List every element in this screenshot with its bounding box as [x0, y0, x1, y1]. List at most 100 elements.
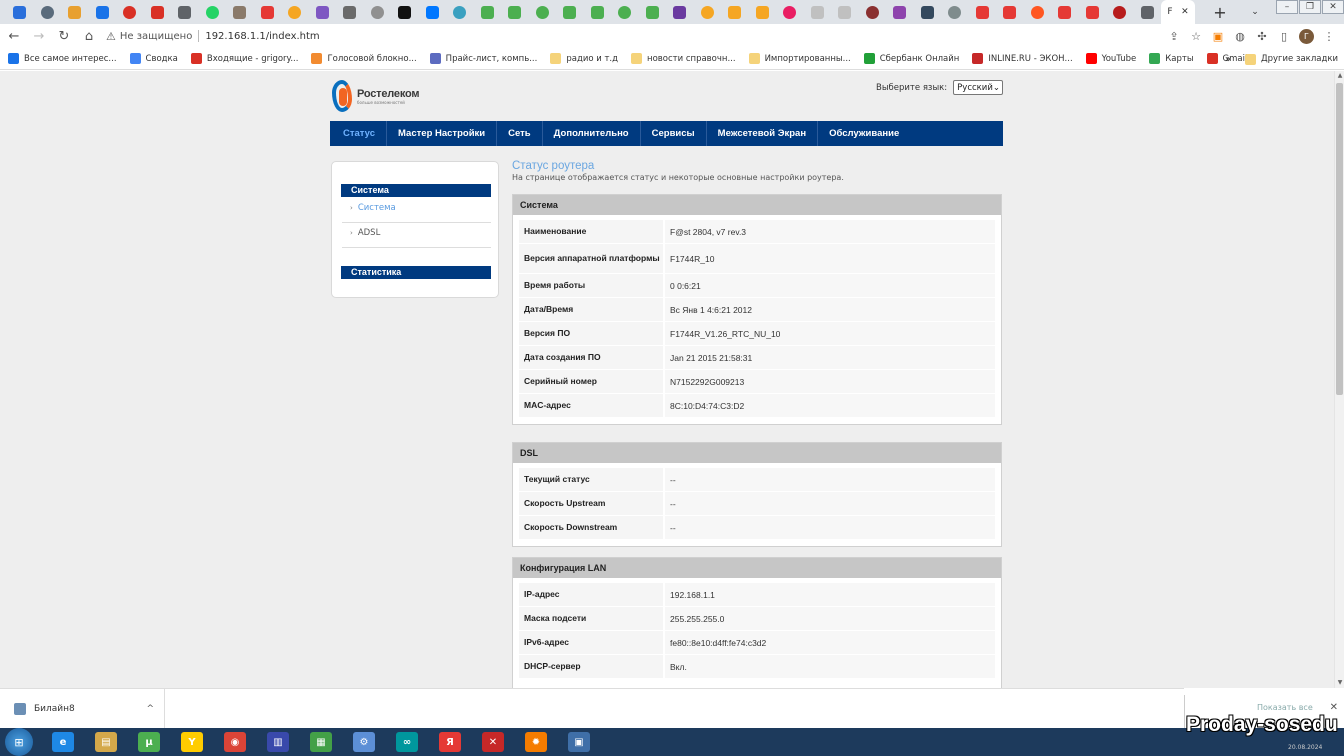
page-scrollbar[interactable]: ▲ ▼	[1334, 71, 1344, 688]
profile-avatar[interactable]: Г	[1299, 28, 1314, 44]
bookmark-item[interactable]: Входящие - grigory...	[190, 53, 298, 64]
taskbar-app[interactable]: µ	[131, 729, 167, 755]
bookmark-item[interactable]: Сбербанк Онлайн	[863, 53, 959, 64]
browser-tab[interactable]	[1079, 0, 1107, 24]
browser-tab[interactable]	[116, 0, 144, 24]
close-window-button[interactable]: ✕	[1322, 0, 1344, 14]
new-tab-button[interactable]: +	[1209, 1, 1231, 23]
menu-item-0[interactable]: Статус	[332, 121, 388, 146]
sidebar-item-system[interactable]: › Система	[350, 203, 396, 213]
taskbar-app[interactable]: ▣	[561, 729, 597, 755]
forward-arrow-icon[interactable]: →	[28, 25, 50, 47]
browser-tab[interactable]	[886, 0, 914, 24]
taskbar-app[interactable]: ✕	[475, 729, 511, 755]
browser-tab[interactable]	[611, 0, 639, 24]
browser-tab[interactable]	[859, 0, 887, 24]
bookmark-item[interactable]: Импортированны...	[748, 53, 851, 64]
browser-tab[interactable]	[34, 0, 62, 24]
browser-tab[interactable]	[364, 0, 392, 24]
menu-item-2[interactable]: Сеть	[497, 121, 543, 146]
sidebar-section-system[interactable]: Система	[341, 184, 491, 197]
restore-button[interactable]: ❐	[1299, 0, 1321, 14]
taskbar-app[interactable]: ∞	[389, 729, 425, 755]
menu-item-1[interactable]: Мастер Настройки	[387, 121, 498, 146]
sidepanel-icon[interactable]: ▯	[1277, 29, 1291, 43]
browser-tab[interactable]	[6, 0, 34, 24]
browser-tab[interactable]	[556, 0, 584, 24]
browser-tab[interactable]	[749, 0, 777, 24]
bookmark-item[interactable]: Карты	[1149, 53, 1194, 64]
browser-tab[interactable]	[969, 0, 997, 24]
download-item[interactable]: Билайн8 ^	[0, 689, 165, 729]
taskbar-app[interactable]: ▤	[88, 729, 124, 755]
taskbar-app[interactable]: ▦	[303, 729, 339, 755]
browser-tab[interactable]	[419, 0, 447, 24]
bookmark-item[interactable]: Сводка	[129, 53, 178, 64]
download-caret-icon[interactable]: ^	[146, 704, 154, 714]
bookmark-item[interactable]: Прайс-лист, компь...	[429, 53, 537, 64]
browser-tab[interactable]	[446, 0, 474, 24]
home-icon[interactable]: ⌂	[78, 25, 100, 47]
url-text[interactable]: 192.168.1.1/index.htm	[205, 31, 319, 42]
scrollbar-thumb[interactable]	[1336, 83, 1343, 395]
tab-close-icon[interactable]: ✕	[1181, 7, 1189, 17]
browser-tab[interactable]	[254, 0, 282, 24]
scroll-down-arrow-icon[interactable]: ▼	[1336, 679, 1344, 687]
rostelecom-logo[interactable]: Ростелеком больше возможностей	[332, 78, 419, 114]
menu-item-6[interactable]: Обслуживание	[818, 121, 910, 146]
extension-orange-icon[interactable]: ▣	[1211, 29, 1225, 43]
browser-tab[interactable]	[996, 0, 1024, 24]
scroll-up-arrow-icon[interactable]: ▲	[1336, 72, 1344, 80]
browser-tab[interactable]	[776, 0, 804, 24]
taskbar-app[interactable]: Y	[174, 729, 210, 755]
browser-tab[interactable]	[584, 0, 612, 24]
browser-tab[interactable]	[144, 0, 172, 24]
browser-tab[interactable]	[804, 0, 832, 24]
browser-tab[interactable]	[226, 0, 254, 24]
browser-tab[interactable]	[694, 0, 722, 24]
extension-globe-icon[interactable]: ◍	[1233, 29, 1247, 43]
active-tab[interactable]: F ✕	[1161, 0, 1195, 24]
browser-tab[interactable]	[309, 0, 337, 24]
bookmark-item[interactable]: Голосовой блокно...	[311, 53, 417, 64]
bookmark-item[interactable]: YouTube	[1085, 53, 1136, 64]
taskbar-app[interactable]: ✹	[518, 729, 554, 755]
browser-tab[interactable]	[391, 0, 419, 24]
browser-tab[interactable]	[281, 0, 309, 24]
omnibox[interactable]: ⚠ Не защищено 192.168.1.1/index.htm	[106, 26, 1167, 46]
menu-item-4[interactable]: Сервисы	[641, 121, 707, 146]
bookmark-item[interactable]: новости справочн...	[631, 53, 736, 64]
browser-tab[interactable]	[639, 0, 667, 24]
browser-tab[interactable]	[1134, 0, 1162, 24]
browser-tab[interactable]	[89, 0, 117, 24]
taskbar-app[interactable]: Я	[432, 729, 468, 755]
bookmark-item[interactable]: INLINE.RU - ЭКОН...	[972, 53, 1073, 64]
back-arrow-icon[interactable]: ←	[3, 25, 25, 47]
bookmark-item[interactable]: Все самое интерес...	[8, 53, 117, 64]
start-button[interactable]: ⊞	[5, 728, 33, 756]
sidebar-section-statistics[interactable]: Статистика	[341, 266, 491, 279]
menu-item-5[interactable]: Межсетевой Экран	[707, 121, 819, 146]
browser-tab[interactable]	[336, 0, 364, 24]
share-icon[interactable]: ⇪	[1167, 29, 1181, 43]
menu-item-3[interactable]: Дополнительно	[543, 121, 641, 146]
extensions-puzzle-icon[interactable]: ✣	[1255, 29, 1269, 43]
language-select[interactable]: Русский ⌄	[953, 80, 1004, 95]
taskbar-app[interactable]: e	[45, 729, 81, 755]
browser-tab[interactable]	[941, 0, 969, 24]
browser-tab[interactable]	[914, 0, 942, 24]
bookmark-item[interactable]: радио и т.д	[550, 53, 618, 64]
reload-icon[interactable]: ↻	[53, 25, 75, 47]
menu-kebab-icon[interactable]: ⋮	[1322, 29, 1336, 43]
browser-tab[interactable]	[1051, 0, 1079, 24]
browser-tab[interactable]	[1024, 0, 1052, 24]
sidebar-item-adsl[interactable]: › ADSL	[350, 228, 380, 238]
browser-tab[interactable]	[1106, 0, 1134, 24]
taskbar-app[interactable]: ▥	[260, 729, 296, 755]
browser-tab[interactable]	[666, 0, 694, 24]
browser-tab[interactable]	[721, 0, 749, 24]
taskbar-app[interactable]: ◉	[217, 729, 253, 755]
browser-tab[interactable]	[199, 0, 227, 24]
browser-tab[interactable]	[501, 0, 529, 24]
browser-tab[interactable]	[171, 0, 199, 24]
